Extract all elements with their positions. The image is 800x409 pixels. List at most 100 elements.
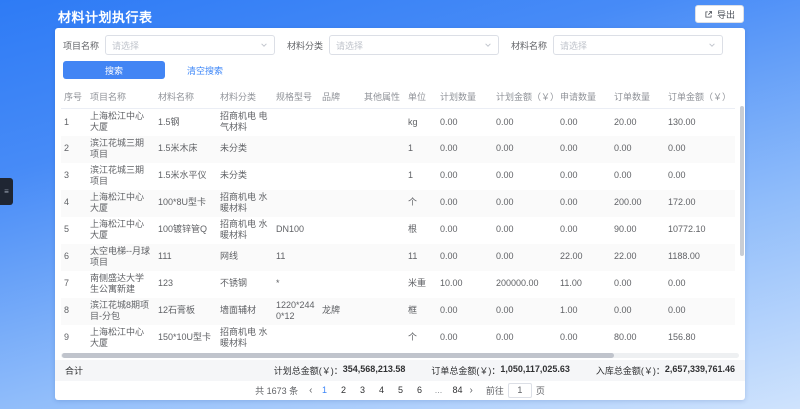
inbound-total: 入库总金额(￥)： 2,657,339,761.46 [596, 364, 735, 377]
filter-project-label: 项目名称 [63, 39, 99, 52]
cell-spec: 11 [273, 244, 319, 271]
pagination-page-2[interactable]: 2 [338, 385, 348, 395]
export-button[interactable]: 导出 [695, 5, 744, 23]
cell-plan-amt: 0.00 [493, 109, 557, 136]
cell-order-qty: 0.00 [611, 298, 665, 325]
cell-apply-qty: 0.00 [557, 325, 611, 352]
cell-index: 6 [61, 244, 87, 271]
cell-spec: DN100 [273, 217, 319, 244]
cell-plan-amt: 200000.00 [493, 271, 557, 298]
chevron-down-icon [260, 41, 268, 49]
cell-attrs [361, 244, 405, 271]
summary-label: 合计 [65, 364, 83, 377]
col-index: 序号 [61, 85, 87, 109]
order-total: 订单总金额(￥)： 1,050,117,025.63 [431, 364, 570, 377]
cell-apply-qty: 22.00 [557, 244, 611, 271]
cell-project: 滨江花城三期项目 [87, 163, 155, 190]
horizontal-scrollbar-track[interactable] [61, 353, 739, 358]
horizontal-scrollbar-thumb[interactable] [62, 353, 614, 358]
cell-index: 3 [61, 163, 87, 190]
cell-apply-qty: 0.00 [557, 190, 611, 217]
pagination-prev-button[interactable]: ‹ [309, 385, 312, 396]
pagination-page-5[interactable]: 5 [395, 385, 405, 395]
pagination-page-84[interactable]: 84 [452, 385, 462, 395]
pagination-next-button[interactable]: › [470, 385, 473, 396]
category-select-placeholder: 请选择 [336, 39, 484, 52]
cell-order-qty: 90.00 [611, 217, 665, 244]
cell-plan-qty: 0.00 [437, 190, 493, 217]
cell-spec [273, 109, 319, 136]
pagination-page-4[interactable]: 4 [376, 385, 386, 395]
order-total-value: 1,050,117,025.63 [500, 364, 570, 377]
material-select[interactable]: 请选择 [553, 35, 723, 55]
filter-bar: 项目名称 请选择 材料分类 请选择 材料名称 请选择 [55, 28, 745, 55]
side-panel-toggle[interactable]: ≡ [0, 178, 13, 205]
cell-brand [319, 217, 361, 244]
filter-material-label: 材料名称 [511, 39, 547, 52]
cell-order-amt: 172.00 [665, 190, 735, 217]
cell-project: 上海松江中心大厦 [87, 109, 155, 136]
cell-plan-amt: 0.00 [493, 163, 557, 190]
cell-order-amt: 156.80 [665, 325, 735, 352]
table-container: 序号 项目名称 材料名称 材料分类 规格型号 品牌 其他属性 单位 计划数量 计… [61, 85, 739, 352]
cell-category: 墙面辅材 [217, 298, 273, 325]
cell-project: 南侧盛达大学生公寓新建 [87, 271, 155, 298]
chevron-down-icon [708, 41, 716, 49]
col-order-qty: 订单数量 [611, 85, 665, 109]
content-panel: 项目名称 请选择 材料分类 请选择 材料名称 请选择 [55, 28, 745, 400]
cell-plan-qty: 0.00 [437, 217, 493, 244]
cell-category: 招商机电 水暖材料 [217, 325, 273, 352]
goto-page-input[interactable] [508, 383, 532, 398]
table-row: 2 滨江花城三期项目 1.5米木床 未分类 1 0.00 0.00 0.00 0… [61, 136, 735, 163]
cell-apply-qty: 0.00 [557, 109, 611, 136]
cell-attrs [361, 271, 405, 298]
col-plan-qty: 计划数量 [437, 85, 493, 109]
pagination-ellipsis: ... [433, 385, 443, 395]
cell-order-qty: 80.00 [611, 325, 665, 352]
cell-attrs [361, 190, 405, 217]
clear-search-link[interactable]: 清空搜索 [187, 64, 223, 77]
search-button[interactable]: 搜索 [63, 61, 165, 79]
col-project: 项目名称 [87, 85, 155, 109]
cell-order-amt: 130.00 [665, 109, 735, 136]
col-category: 材料分类 [217, 85, 273, 109]
cell-category: 招商机电 水暖材料 [217, 217, 273, 244]
cell-unit: 根 [405, 217, 437, 244]
cell-brand [319, 136, 361, 163]
cell-unit: kg [405, 109, 437, 136]
cell-project: 滨江花城8期项目-分包 [87, 298, 155, 325]
cell-material: 150*10U型卡 [155, 325, 217, 352]
filter-category-label: 材料分类 [287, 39, 323, 52]
col-order-amt: 订单金额（￥） [665, 85, 735, 109]
vertical-scrollbar[interactable] [740, 106, 744, 256]
project-select[interactable]: 请选择 [105, 35, 275, 55]
chevron-down-icon [484, 41, 492, 49]
cell-apply-qty: 11.00 [557, 271, 611, 298]
pagination-pages: 123456... 84 [319, 385, 462, 395]
pagination-page-3[interactable]: 3 [357, 385, 367, 395]
category-select[interactable]: 请选择 [329, 35, 499, 55]
cell-material: 12石膏板 [155, 298, 217, 325]
cell-plan-qty: 0.00 [437, 109, 493, 136]
col-unit: 单位 [405, 85, 437, 109]
filter-category: 材料分类 请选择 [287, 35, 499, 55]
cell-order-qty: 0.00 [611, 163, 665, 190]
table-row: 9 上海松江中心大厦 150*10U型卡 招商机电 水暖材料 个 0.00 0.… [61, 325, 735, 352]
pagination-goto: 前往 页 [486, 383, 545, 398]
cell-brand [319, 163, 361, 190]
cell-unit: 个 [405, 325, 437, 352]
cell-spec [273, 136, 319, 163]
cell-category: 网线 [217, 244, 273, 271]
cell-unit: 个 [405, 190, 437, 217]
pagination: 共 1673 条 ‹ 123456...84 › 前往 页 [55, 381, 745, 401]
cell-brand: 龙牌 [319, 298, 361, 325]
cell-plan-amt: 0.00 [493, 244, 557, 271]
goto-suffix: 页 [536, 384, 545, 397]
table-row: 8 滨江花城8期项目-分包 12石膏板 墙面辅材 1220*2440*12 龙牌… [61, 298, 735, 325]
cell-plan-qty: 0.00 [437, 298, 493, 325]
cell-plan-qty: 0.00 [437, 244, 493, 271]
pagination-page-1[interactable]: 1 [319, 385, 329, 395]
pagination-page-6[interactable]: 6 [414, 385, 424, 395]
cell-order-amt: 0.00 [665, 136, 735, 163]
cell-material: 100镀锌管Q [155, 217, 217, 244]
